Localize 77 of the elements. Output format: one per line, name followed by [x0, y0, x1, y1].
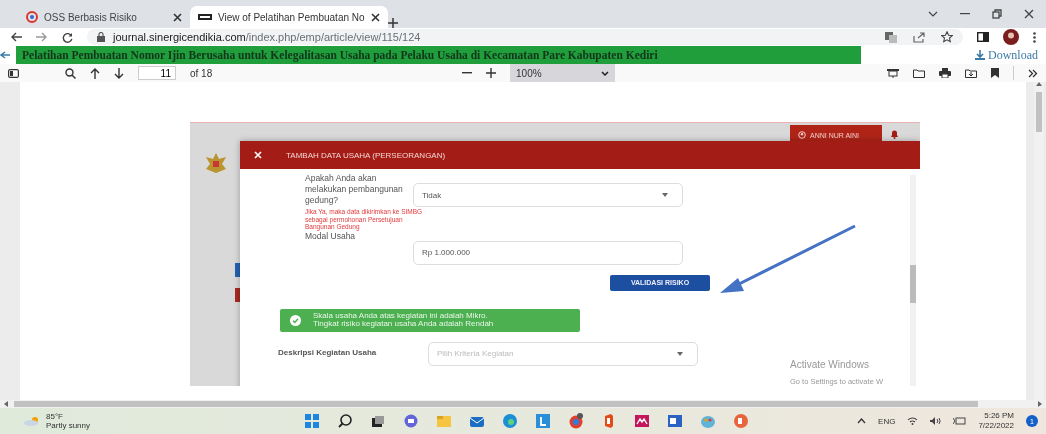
bookmark-icon[interactable]	[991, 68, 999, 78]
letter-l-app-icon[interactable]	[535, 413, 551, 429]
round-app-icon[interactable]	[568, 413, 584, 429]
chart-app-icon[interactable]	[634, 413, 650, 429]
browser-icon[interactable]	[502, 413, 518, 429]
browser-tab[interactable]: View of Pelatihan Pembuatan No	[190, 6, 388, 28]
speaker-icon[interactable]	[930, 417, 942, 425]
input-field[interactable]: Rp 1.000.000	[413, 240, 683, 265]
check-circle-icon	[290, 314, 301, 326]
minimize-icon[interactable]	[960, 13, 970, 15]
task-view-icon[interactable]	[370, 413, 386, 429]
search-icon[interactable]	[337, 413, 353, 429]
close-icon[interactable]	[173, 12, 182, 22]
emblem-icon	[204, 151, 228, 175]
url-text: journal.sinergicendikia.com/index.php/emp/article/view/115/124	[113, 31, 421, 43]
start-icon[interactable]	[304, 413, 320, 429]
cloud-sun-icon	[24, 416, 40, 426]
plus-icon[interactable]	[486, 68, 497, 78]
sidebar-toggle-icon[interactable]	[8, 68, 19, 78]
weather-widget[interactable]: 85°F Partly sunny	[24, 412, 304, 430]
language-indicator[interactable]: ENG	[878, 416, 896, 426]
print-icon[interactable]	[939, 68, 951, 78]
article-title: Pelatihan Pembuatan Nomor Ijin Berusaha untuk Kelegalitasan Usaha pada Pelaku Usaha di Kecamatan Pare Kabupaten Kediri	[22, 49, 658, 61]
close-icon[interactable]	[1024, 9, 1034, 19]
field-label: Deskripsi Kegiatan Usaha	[278, 346, 378, 357]
scroll-left-icon[interactable]	[4, 401, 8, 407]
save-icon[interactable]	[965, 68, 977, 78]
download-icon	[975, 50, 985, 60]
presentation-icon[interactable]	[887, 68, 899, 78]
wifi-icon[interactable]	[907, 417, 919, 425]
download-link[interactable]: Download	[975, 47, 1038, 63]
back-arrow-icon[interactable]	[0, 51, 10, 59]
field-label: Modal Usaha	[305, 230, 356, 242]
more-icon[interactable]	[1033, 31, 1036, 43]
up-arrow-icon[interactable]	[90, 67, 100, 79]
zoom-dropdown[interactable]: 100%	[510, 64, 616, 82]
back-arrow-icon[interactable]	[10, 32, 22, 42]
browser-tab[interactable]: OSS Berbasis Risiko	[18, 6, 190, 28]
caret-icon	[662, 193, 668, 197]
palette-app-icon[interactable]	[700, 413, 716, 429]
plus-icon[interactable]	[387, 18, 398, 28]
word-app-icon[interactable]	[667, 413, 683, 429]
reload-icon[interactable]	[62, 31, 73, 43]
minus-icon[interactable]	[462, 72, 473, 74]
share-icon[interactable]	[913, 31, 925, 43]
restore-icon[interactable]	[992, 9, 1002, 19]
caret-icon	[677, 351, 683, 356]
clock[interactable]: 5:26 PM 7/22/2022	[978, 411, 1014, 431]
translate-icon[interactable]	[885, 31, 897, 43]
address-bar[interactable]: journal.sinergicendikia.com/index.php/emp/article/view/115/124	[87, 29, 963, 45]
side-panel-icon[interactable]	[977, 32, 989, 42]
bell-icon	[890, 129, 899, 139]
alert-text: Skala usaha Anda atas kegiatan ini adalah Mikro. Tingkat risiko kegiatan usaha Anda adalah Rendah	[313, 312, 494, 328]
open-file-icon[interactable]	[913, 68, 925, 78]
field-label: Apakah Anda akan melakukan pembangunan gedung?	[305, 173, 404, 206]
forward-arrow-icon[interactable]	[36, 32, 48, 42]
page-count: of 18	[190, 67, 213, 79]
activation-title: Activate Windows	[790, 359, 870, 370]
avatar-icon[interactable]	[1003, 29, 1019, 45]
chevron-down-icon[interactable]	[928, 11, 938, 17]
more-tools-icon[interactable]	[1028, 68, 1038, 78]
lock-icon	[97, 32, 105, 42]
search-icon[interactable]	[65, 67, 76, 79]
chevron-up-icon[interactable]	[857, 418, 867, 424]
dialog-title: TAMBAH DATA USAHA (PERSEORANGAN)	[286, 150, 446, 160]
page-number-field[interactable]: 11	[138, 66, 176, 80]
close-icon[interactable]	[370, 12, 380, 22]
chat-icon[interactable]	[403, 413, 419, 429]
scroll-right-icon[interactable]	[1038, 401, 1042, 407]
globe-icon	[26, 11, 38, 23]
presentation-app-icon[interactable]	[733, 413, 749, 429]
star-icon[interactable]	[941, 31, 953, 43]
caret-icon	[601, 70, 610, 76]
select-field[interactable]: Tidak	[413, 183, 683, 207]
user-icon	[798, 131, 806, 139]
battery-icon[interactable]	[953, 417, 967, 425]
down-arrow-icon[interactable]	[114, 67, 124, 79]
